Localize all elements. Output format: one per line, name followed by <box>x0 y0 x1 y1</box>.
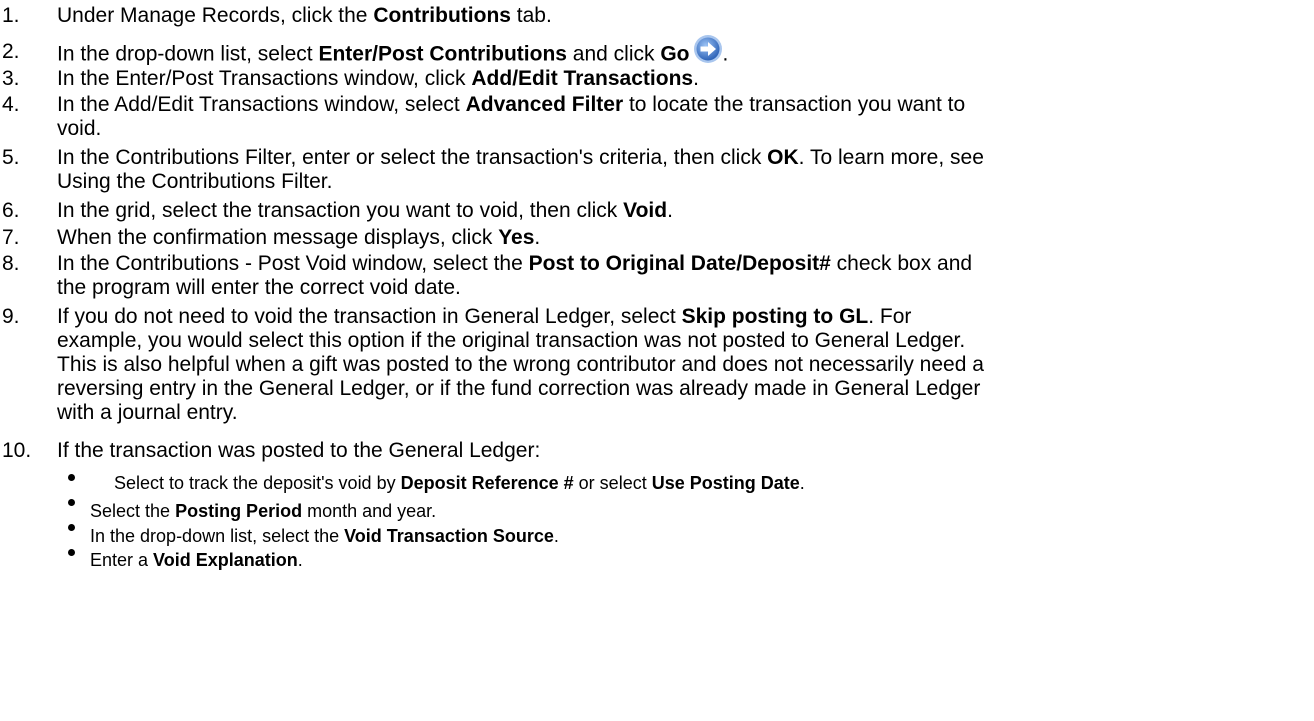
ui-term: OK <box>767 146 799 169</box>
step-6: 6. In the grid, select the transaction y… <box>0 199 1300 223</box>
step-number: 2. <box>2 40 20 63</box>
bullet-icon <box>68 524 75 531</box>
ui-term: Advanced Filter <box>465 93 624 116</box>
sub-step-text: In the drop-down list, select the Void T… <box>90 526 559 546</box>
step-number: 9. <box>2 305 20 328</box>
step-number: 5. <box>2 146 20 169</box>
step-4: 4. In the Add/Edit Transactions window, … <box>0 93 1300 141</box>
bullet-icon <box>68 474 75 481</box>
step-text: In the drop-down list, select Enter/Post… <box>57 35 1300 70</box>
step-text: In the grid, select the transaction you … <box>57 199 673 222</box>
sub-step-text: Enter a Void Explanation. <box>90 550 303 570</box>
bullet-icon <box>68 499 75 506</box>
ui-term: Skip posting to GL <box>681 305 869 328</box>
step-8: 8. In the Contributions - Post Void wind… <box>0 252 1300 300</box>
step-number: 10. <box>2 439 32 462</box>
ui-term: Enter/Post Contributions <box>318 42 567 66</box>
step-number: 1. <box>2 4 20 27</box>
step-number: 7. <box>2 226 20 249</box>
step-number: 4. <box>2 93 20 116</box>
step-text: In the Contributions Filter, enter or se… <box>57 146 984 193</box>
ui-term: Go <box>660 42 690 66</box>
ui-term: Void Explanation <box>153 550 298 570</box>
step-number: 3. <box>2 67 20 90</box>
ui-term: Post to Original Date/Deposit# <box>528 252 831 275</box>
help-link[interactable]: Using the Contributions Filter. <box>57 170 332 193</box>
step-text: In the Add/Edit Transactions window, sel… <box>57 93 966 140</box>
step-3: 3. In the Enter/Post Transactions window… <box>0 67 1300 91</box>
go-arrow-icon <box>693 34 723 64</box>
ui-term: Deposit Reference # <box>400 473 574 493</box>
step-2: 2. In the drop-down list, select Enter/P… <box>0 35 1300 70</box>
step-text: Under Manage Records, click the Contribu… <box>57 4 552 27</box>
step-text: When the confirmation message displays, … <box>57 226 541 249</box>
ui-term: Use Posting Date <box>651 473 800 493</box>
sub-step-text: Select the Posting Period month and year… <box>90 501 437 521</box>
step-number: 8. <box>2 252 20 275</box>
sub-step-text: Select to track the deposit's void by De… <box>114 473 805 493</box>
step-9: 9. If you do not need to void the transa… <box>0 305 1300 425</box>
step-7: 7. When the confirmation message display… <box>0 226 1300 250</box>
step-number: 6. <box>2 199 20 222</box>
ui-term: Add/Edit Transactions <box>471 67 694 90</box>
ui-term: Yes <box>498 226 535 249</box>
step-10: 10. If the transaction was posted to the… <box>0 439 1300 463</box>
step-text: If you do not need to void the transacti… <box>57 305 984 424</box>
ui-term: Posting Period <box>175 501 303 521</box>
step-5: 5. In the Contributions Filter, enter or… <box>0 146 1300 194</box>
step-text: In the Contributions - Post Void window,… <box>57 252 973 299</box>
bullet-icon <box>68 549 75 556</box>
ui-term: Void <box>623 199 668 222</box>
ui-term: Contributions <box>373 4 511 27</box>
step-text: If the transaction was posted to the Gen… <box>57 439 541 462</box>
ui-term: Void Transaction Source <box>344 526 554 546</box>
step-1: 1. Under Manage Records, click the Contr… <box>0 4 1300 28</box>
step-text: In the Enter/Post Transactions window, c… <box>57 67 699 90</box>
